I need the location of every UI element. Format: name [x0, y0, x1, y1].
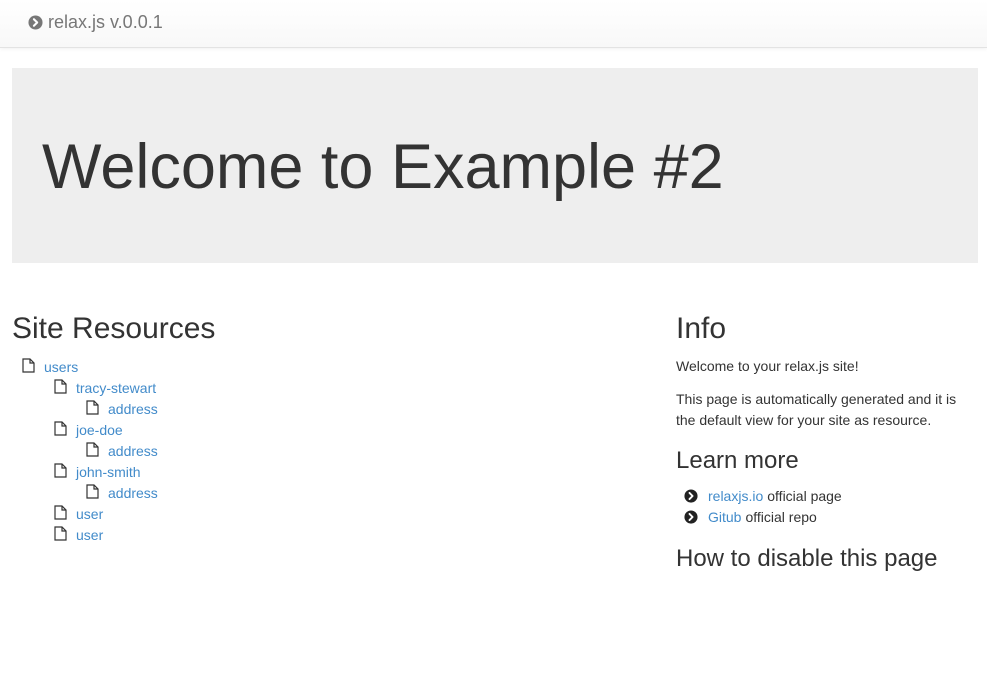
learn-more-links: relaxjs.io official page Gitub official …: [684, 485, 842, 527]
file-icon: [54, 421, 67, 436]
chevron-circle-right-icon: [28, 15, 43, 30]
resource-link[interactable]: address: [108, 401, 158, 417]
file-icon: [54, 379, 67, 394]
resource-link[interactable]: address: [108, 485, 158, 501]
resource-link[interactable]: tracy-stewart: [76, 380, 156, 396]
resource-link[interactable]: user: [76, 527, 103, 543]
tree-item-users: users: [12, 356, 158, 377]
file-icon: [22, 358, 35, 373]
file-icon: [54, 526, 67, 541]
tree-item-address: address: [12, 398, 158, 419]
info-body: Welcome to your relax.js site! This page…: [676, 356, 976, 431]
resource-link[interactable]: joe-doe: [76, 422, 123, 438]
info-title: Info: [676, 312, 727, 345]
tree-item-tracy-stewart: tracy-stewart: [12, 377, 158, 398]
info-welcome: Welcome to your relax.js site!: [676, 358, 859, 374]
learn-more-item: Gitub official repo: [684, 506, 842, 527]
navbar: relax.js v.0.0.1: [0, 0, 987, 48]
file-icon: [54, 505, 67, 520]
resource-link[interactable]: user: [76, 506, 103, 522]
page-title: Welcome to Example #2: [42, 132, 724, 202]
link-suffix: official page: [767, 487, 842, 504]
file-icon: [86, 484, 99, 499]
tree-item-joe-doe: joe-doe: [12, 419, 158, 440]
file-icon: [86, 400, 99, 415]
info-description: This page is automatically generated and…: [676, 391, 957, 428]
tree-item-user: user: [12, 503, 158, 524]
resource-link[interactable]: address: [108, 443, 158, 459]
file-icon: [86, 442, 99, 457]
site-resources-title: Site Resources: [12, 312, 216, 345]
brand-link[interactable]: relax.js v.0.0.1: [28, 12, 163, 33]
jumbotron: Welcome to Example #2: [12, 68, 978, 263]
chevron-circle-right-icon: [684, 488, 698, 503]
disable-page-title: How to disable this page: [676, 545, 938, 572]
link-suffix: official repo: [745, 508, 817, 525]
learn-more-title: Learn more: [676, 447, 799, 474]
relaxjs-link[interactable]: relaxjs.io: [708, 488, 763, 504]
resource-link[interactable]: john-smith: [76, 464, 141, 480]
learn-more-item: relaxjs.io official page: [684, 485, 842, 506]
site-resources-section: Site Resources users tracy-stewart addre…: [12, 312, 632, 543]
file-icon: [54, 463, 67, 478]
tree-item-address: address: [12, 482, 158, 503]
info-section: Info Welcome to your relax.js site! This…: [676, 312, 976, 572]
github-link[interactable]: Gitub: [708, 509, 741, 525]
brand-text: relax.js v.0.0.1: [48, 12, 163, 32]
resource-tree: users tracy-stewart address joe-doe addr…: [12, 356, 158, 545]
chevron-circle-right-icon: [684, 509, 698, 524]
resource-link[interactable]: users: [44, 359, 78, 375]
tree-item-address: address: [12, 440, 158, 461]
tree-item-john-smith: john-smith: [12, 461, 158, 482]
tree-item-user: user: [12, 524, 158, 545]
